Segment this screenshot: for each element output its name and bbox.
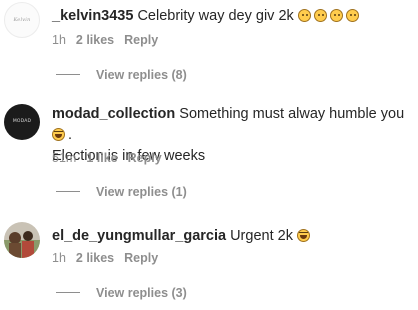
sad-face-emoji-icon <box>297 9 311 22</box>
comment-time: 1h <box>52 33 66 47</box>
avatar[interactable]: Kelvin <box>4 2 40 38</box>
sad-face-emoji-icon <box>345 9 359 22</box>
sad-face-emoji-icon <box>313 9 327 22</box>
divider-line <box>56 191 80 192</box>
comment-time: 51m <box>52 151 77 165</box>
view-replies-button[interactable]: View replies (3) <box>56 286 187 300</box>
sad-face-emoji-icon <box>329 9 343 22</box>
reply-button[interactable]: Reply <box>128 151 162 165</box>
avatar[interactable]: MODAD <box>4 104 40 140</box>
view-replies-label: View replies (3) <box>96 286 187 300</box>
comment-likes[interactable]: 2 likes <box>76 33 114 47</box>
avatar-photo-icon <box>4 222 40 258</box>
comment-meta: 1h 2 likes Reply <box>52 33 168 47</box>
comment-text: Something must alway humble you <box>179 106 405 122</box>
divider-line <box>56 292 80 293</box>
divider-line <box>56 74 80 75</box>
comment-username[interactable]: modad_collection <box>52 106 175 122</box>
comment-username[interactable]: _kelvin3435 <box>52 8 133 24</box>
view-replies-label: View replies (1) <box>96 185 187 199</box>
comment-username[interactable]: el_de_yungmullar_garcia <box>52 228 226 244</box>
avatar[interactable] <box>4 222 40 258</box>
comment-text: Celebrity way dey giv 2k <box>137 8 294 24</box>
reply-button[interactable]: Reply <box>124 251 158 265</box>
view-replies-button[interactable]: View replies (8) <box>56 68 187 82</box>
avatar-logo-text: MODAD <box>12 119 32 124</box>
comment-text-punctuation: . <box>68 127 73 143</box>
laughing-face-emoji-icon <box>296 229 310 242</box>
laughing-face-emoji-icon <box>52 128 65 141</box>
comment-body: el_de_yungmullar_garcia Urgent 2k <box>52 226 412 247</box>
comment-meta: 51m 1 like Reply <box>52 151 172 165</box>
comment-text: Urgent 2k <box>230 228 293 244</box>
comment-meta: 1h 2 likes Reply <box>52 251 168 265</box>
comment-likes[interactable]: 1 like <box>86 151 117 165</box>
avatar-logo-text: Kelvin <box>13 17 31 23</box>
reply-button[interactable]: Reply <box>124 33 158 47</box>
comment-time: 1h <box>52 251 66 265</box>
comment-likes[interactable]: 2 likes <box>76 251 114 265</box>
comment-body: _kelvin3435 Celebrity way dey giv 2k <box>52 6 412 27</box>
view-replies-button[interactable]: View replies (1) <box>56 185 187 199</box>
view-replies-label: View replies (8) <box>96 68 187 82</box>
